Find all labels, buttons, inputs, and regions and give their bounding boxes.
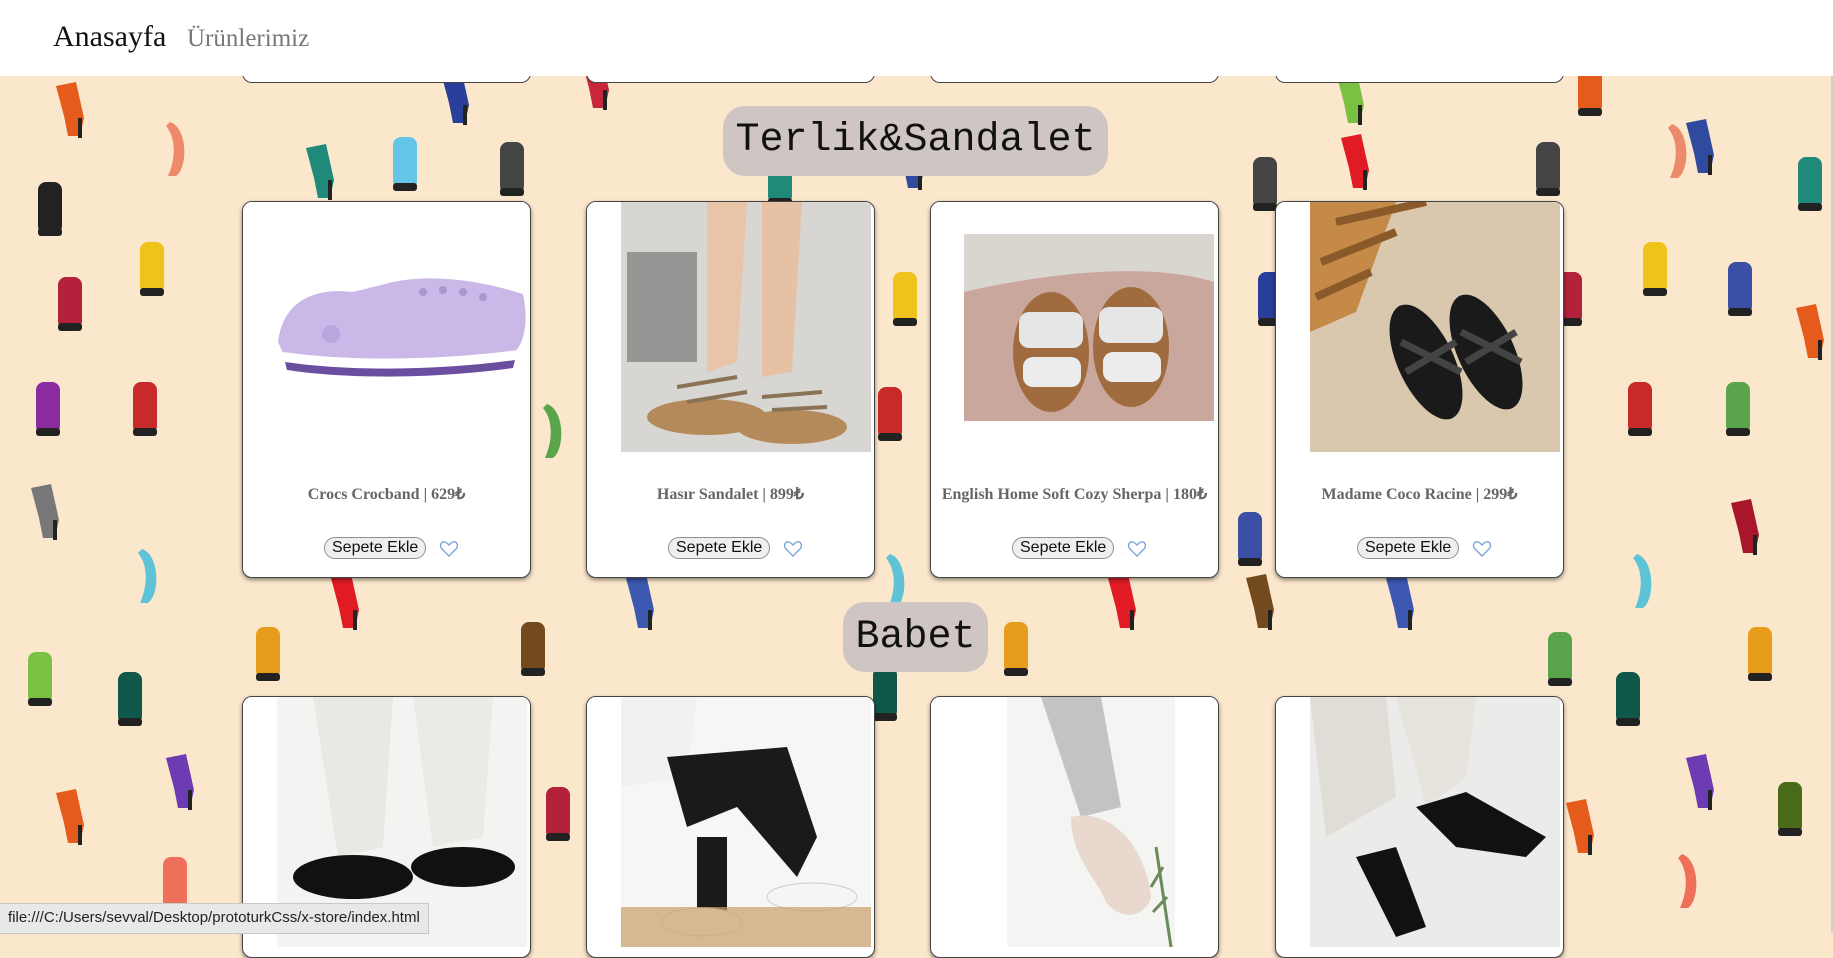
product-card	[1275, 696, 1564, 958]
product-card	[586, 696, 875, 958]
add-to-cart-button[interactable]: Sepete Ekle	[1357, 537, 1460, 559]
section-title-terlik-sandalet: Terlik&Sandalet	[723, 106, 1108, 176]
product-card: English Home Soft Cozy Sherpa | 180₺ Sep…	[930, 201, 1219, 578]
product-name: Crocs Crocband | 629₺	[307, 486, 466, 503]
product-card: Crocs Crocband | 629₺ Sepete Ekle	[242, 201, 531, 578]
product-card	[930, 696, 1219, 958]
product-card: Madame Coco Racine | 299₺ Sepete Ekle	[1275, 201, 1564, 578]
add-to-cart-button[interactable]: Sepete Ekle	[324, 537, 427, 559]
product-name: Madame Coco Racine | 299₺	[1321, 486, 1518, 503]
product-card: Hasır Sandalet | 899₺ Sepete Ekle	[586, 201, 875, 578]
heart-outline-icon[interactable]	[1127, 539, 1147, 559]
heart-outline-icon[interactable]	[1472, 539, 1492, 559]
browser-status-bar: file:///C:/Users/sevval/Desktop/prototur…	[0, 903, 429, 934]
sherpa-slide-image	[931, 202, 1218, 452]
add-to-cart-button[interactable]: Sepete Ekle	[668, 537, 771, 559]
beige-loafer-flat-image	[931, 697, 1218, 947]
home-link[interactable]: Anasayfa	[53, 20, 166, 54]
lilac-clog-image	[243, 202, 530, 452]
black-slide-image	[1276, 202, 1563, 452]
top-navbar: Anasayfa Ürünlerimiz	[0, 0, 1833, 76]
straw-sandal-image	[587, 202, 874, 452]
product-name: Hasır Sandalet | 899₺	[656, 486, 805, 503]
heart-outline-icon[interactable]	[439, 539, 459, 559]
products-link[interactable]: Ürünlerimiz	[187, 25, 309, 53]
black-strap-flat-image	[1276, 697, 1563, 947]
white-ankle-strap-flat-image	[587, 697, 874, 947]
section-title-babet: Babet	[843, 602, 988, 672]
add-to-cart-button[interactable]: Sepete Ekle	[1012, 537, 1115, 559]
heart-outline-icon[interactable]	[783, 539, 803, 559]
product-name: English Home Soft Cozy Sherpa | 180₺	[941, 486, 1208, 503]
